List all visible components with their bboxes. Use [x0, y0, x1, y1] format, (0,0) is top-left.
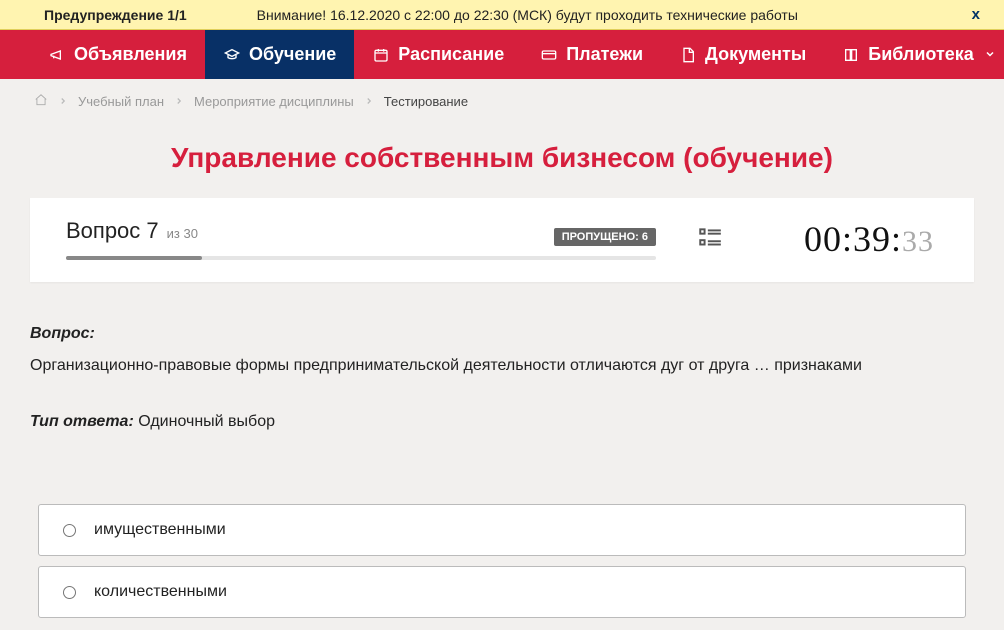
question-text: Организационно-правовые формы предприним… — [30, 354, 974, 378]
question-number-label: Вопрос 7 — [66, 218, 159, 244]
timer-seconds: 33 — [902, 225, 934, 259]
card-icon — [540, 47, 558, 63]
megaphone-icon — [48, 47, 66, 63]
nav-library[interactable]: Библиотека — [824, 30, 1004, 79]
answer-option[interactable]: количественными — [38, 566, 966, 618]
answer-radio[interactable] — [63, 586, 76, 599]
answer-option[interactable]: имущественными — [38, 504, 966, 556]
nav-label: Расписание — [398, 44, 504, 65]
breadcrumb-separator-icon — [364, 94, 374, 109]
progress-fill — [66, 256, 202, 260]
warning-message: Внимание! 16.12.2020 с 22:00 до 22:30 (М… — [207, 7, 942, 23]
question-list-button[interactable] — [686, 225, 734, 254]
answer-text: имущественными — [94, 521, 226, 539]
breadcrumb-separator-icon — [58, 94, 68, 109]
skipped-badge: ПРОПУЩЕНО: 6 — [554, 228, 656, 246]
nav-payments[interactable]: Платежи — [522, 30, 661, 79]
graduation-cap-icon — [223, 47, 241, 63]
nav-documents[interactable]: Документы — [661, 30, 824, 79]
main-nav: Объявления Обучение Расписание Платежи Д… — [0, 30, 1004, 79]
page-title: Управление собственным бизнесом (обучени… — [0, 124, 1004, 198]
question-total-value: 30 — [184, 226, 198, 241]
document-icon — [679, 47, 697, 63]
nav-education[interactable]: Обучение — [205, 30, 354, 79]
nav-label: Платежи — [566, 44, 643, 65]
timer-main: 00:39: — [804, 218, 902, 260]
answer-radio[interactable] — [63, 524, 76, 537]
nav-label: Библиотека — [868, 44, 974, 65]
nav-label: Обучение — [249, 44, 336, 65]
answers-list: имущественными количественными — [0, 504, 1004, 630]
question-label-prefix: Вопрос — [66, 218, 140, 243]
home-icon[interactable] — [34, 93, 48, 110]
nav-label: Объявления — [74, 44, 187, 65]
answer-type-label: Тип ответа: — [30, 413, 134, 430]
answer-type-value: Одиночный выбор — [138, 413, 275, 430]
calendar-icon — [372, 47, 390, 63]
book-icon — [842, 47, 860, 63]
nav-announcements[interactable]: Объявления — [30, 30, 205, 79]
breadcrumb-link[interactable]: Учебный план — [78, 94, 164, 109]
timer: 00:39:33 — [764, 218, 944, 260]
chevron-down-icon — [984, 44, 996, 65]
breadcrumb-current: Тестирование — [384, 94, 468, 109]
nav-label: Документы — [705, 44, 806, 65]
answer-text: количественными — [94, 583, 227, 601]
question-total: из 30 — [167, 226, 198, 241]
warning-close-button[interactable]: x — [962, 6, 990, 23]
question-number: 7 — [146, 218, 158, 243]
question-total-prefix: из — [167, 226, 180, 241]
warning-bar: Предупреждение 1/1 Внимание! 16.12.2020 … — [0, 0, 1004, 30]
progress-bar — [66, 256, 656, 260]
breadcrumb-link[interactable]: Мероприятие дисциплины — [194, 94, 354, 109]
warning-title: Предупреждение 1/1 — [44, 7, 187, 23]
question-header-card: Вопрос 7 из 30 ПРОПУЩЕНО: 6 — [30, 198, 974, 282]
question-body: Вопрос: Организационно-правовые формы пр… — [0, 282, 1004, 504]
breadcrumb-separator-icon — [174, 94, 184, 109]
breadcrumb: Учебный план Мероприятие дисциплины Тест… — [0, 79, 1004, 124]
question-label: Вопрос: — [30, 322, 974, 346]
nav-schedule[interactable]: Расписание — [354, 30, 522, 79]
